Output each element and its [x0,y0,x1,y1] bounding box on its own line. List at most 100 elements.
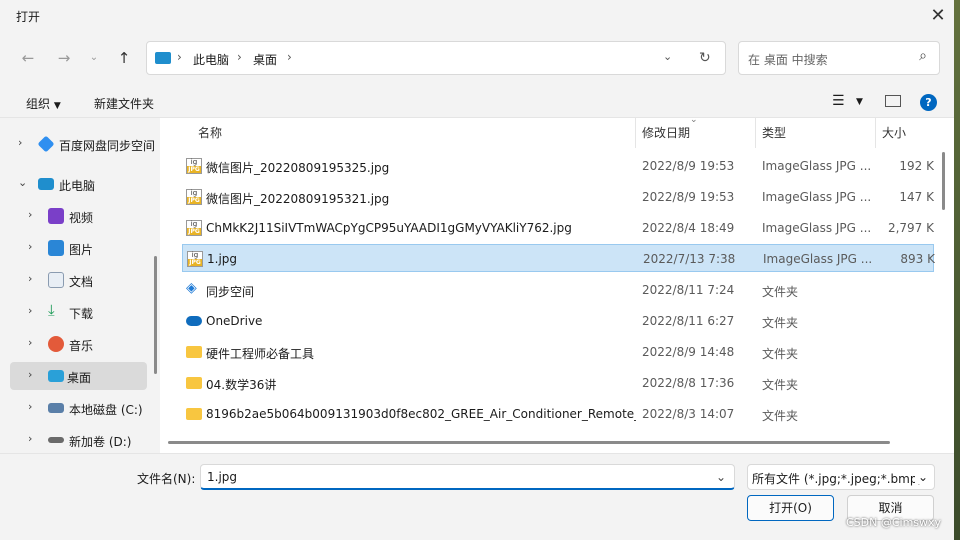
file-type: ImageGlass JPG ... [762,221,872,235]
column-divider[interactable] [635,118,636,148]
sidebar-item-documents[interactable]: › 文档 [20,266,157,294]
preview-pane-icon[interactable] [885,95,901,107]
column-divider[interactable] [875,118,876,148]
chevron-down-icon[interactable]: ⌄ [18,176,27,189]
folder-row[interactable]: 8196b2ae5b064b009131903d0f8ec802_GREE_Ai… [182,400,934,428]
new-folder-button[interactable]: 新建文件夹 [94,95,154,112]
sidebar-item-label: 此电脑 [59,179,96,193]
forward-arrow-icon[interactable]: → [52,46,76,70]
jpg-icon: ig JPG [186,189,202,205]
column-header-type[interactable]: 类型 [762,124,786,141]
chevron-right-icon[interactable]: › [28,432,32,445]
file-type-select[interactable]: 所有文件 (*.jpg;*.jpeg;*.bmp;* ⌄ [747,464,935,490]
filename-dropdown-icon[interactable]: ⌄ [716,470,726,484]
folder-row[interactable]: 硬件工程师必备工具 2022/8/9 14:48 文件夹 [182,338,934,366]
column-header-name[interactable]: 名称 [198,124,222,141]
sidebar-item-music[interactable]: › 音乐 [20,330,157,358]
sidebar-item-videos[interactable]: › 视频 [20,202,157,230]
filename-value: 1.jpg [207,470,238,484]
sidebar-item-pictures[interactable]: › 图片 [20,234,157,262]
breadcrumb-this-pc[interactable]: 此电脑 [193,51,229,68]
chevron-right-icon[interactable]: › [28,368,32,381]
file-row-selected[interactable]: ig JPG 1.jpg 2022/7/13 7:38 ImageGlass JP… [182,244,935,272]
folder-row[interactable]: 04.数学36讲 2022/8/8 17:36 文件夹 [182,369,934,397]
sidebar-item-desktop[interactable]: › 桌面 [10,362,147,390]
file-name: 04.数学36讲 [206,378,277,392]
close-icon[interactable]: ✕ [926,4,950,28]
file-name: ChMkK2J11SiIVTmWACpYgCP95uYAADI1gGMyVYAK… [206,221,572,235]
file-date: 2022/8/11 6:27 [642,314,735,328]
sidebar-item-downloads[interactable]: › ⤓ 下载 [20,298,157,326]
sidebar-item-label: 下载 [69,307,94,321]
refresh-icon[interactable]: ↻ [699,50,711,66]
column-divider[interactable] [755,118,756,148]
sidebar-item-drive-d[interactable]: › 新加卷 (D:) [20,426,157,454]
search-icon[interactable]: ⌕ [919,48,927,64]
file-size: 192 K [899,159,934,173]
file-name: 微信图片_20220809195325.jpg [206,161,390,175]
column-header-date[interactable]: 修改日期 [642,124,690,141]
file-type: 文件夹 [762,316,799,330]
chevron-right-icon[interactable]: › [28,240,32,253]
sidebar-item-baidu-sync[interactable]: › 百度网盘同步空间 [10,130,155,158]
breadcrumb-separator-icon[interactable]: › [287,50,292,64]
filename-label: 文件名(N): [137,472,196,486]
baidu-sync-icon [37,135,55,153]
jpg-icon: ig JPG [186,158,202,174]
chevron-right-icon[interactable]: › [28,272,32,285]
navigation-scrollbar[interactable] [154,256,157,374]
address-dropdown-chevron-icon[interactable]: ⌄ [663,50,672,63]
file-type: 文件夹 [762,347,799,361]
file-list-vertical-scrollbar[interactable] [942,152,945,210]
sidebar-item-label: 视频 [69,211,94,225]
jpg-icon: ig JPG [186,220,202,236]
file-date: 2022/8/11 7:24 [642,283,735,297]
open-file-dialog: 打开 ✕ ← → ⌄ ↑ › 此电脑 › 桌面 › ⌄ ↻ 在 桌面 中搜索 ⌕… [0,0,954,540]
organize-dropdown-icon: ▼ [53,101,61,111]
up-arrow-icon[interactable]: ↑ [112,46,136,70]
sidebar-item-drive-c[interactable]: › 本地磁盘 (C:) [20,394,157,422]
column-header-size[interactable]: 大小 [882,124,906,141]
back-arrow-icon[interactable]: ← [16,46,40,70]
organize-button[interactable]: 组织 ▼ [26,95,61,112]
computer-icon [38,178,54,190]
file-row[interactable]: ig JPG 微信图片_20220809195321.jpg 2022/8/9 1… [182,183,934,211]
file-date: 2022/8/9 14:48 [642,345,735,359]
file-row[interactable]: ig JPG ChMkK2J11SiIVTmWACpYgCP95uYAADI1gG… [182,214,934,242]
command-bar: 组织 ▼ 新建文件夹 ☰ ▼ ? [0,88,954,118]
sidebar-item-label: 桌面 [67,371,92,385]
filename-input[interactable]: 1.jpg ⌄ [200,464,735,490]
pictures-icon [48,240,64,256]
chevron-right-icon[interactable]: › [28,304,32,317]
sort-indicator-icon: ⌄ [690,115,698,125]
chevron-right-icon[interactable]: › [28,400,32,413]
jpg-icon: ig JPG [187,251,203,267]
recent-locations-chevron-icon[interactable]: ⌄ [82,46,106,70]
breadcrumb-separator-icon[interactable]: › [177,50,182,64]
help-icon[interactable]: ? [920,94,937,111]
chevron-right-icon[interactable]: › [18,136,22,149]
file-row[interactable]: ig JPG 微信图片_20220809195325.jpg 2022/8/9 1… [182,152,934,180]
sidebar-item-this-pc[interactable]: ⌄ 此电脑 [10,170,147,198]
sidebar-item-label: 百度网盘同步空间 [59,139,156,153]
file-list-horizontal-scrollbar[interactable] [168,441,890,444]
sync-space-icon: ◈ [186,280,197,296]
breadcrumb-desktop[interactable]: 桌面 [253,51,277,68]
folder-row[interactable]: OneDrive 2022/8/11 6:27 文件夹 [182,307,934,335]
onedrive-icon [186,316,202,326]
sidebar-item-label: 音乐 [69,339,94,353]
watermark-text: CSDN @Cimswxy [846,516,942,529]
open-button[interactable]: 打开(O) [747,495,834,521]
file-type: ImageGlass JPG ... [762,190,872,204]
file-type-dropdown-icon[interactable]: ⌄ [914,470,928,484]
view-dropdown-icon[interactable]: ▼ [856,97,863,107]
address-bar[interactable]: › 此电脑 › 桌面 › ⌄ ↻ [146,41,726,75]
chevron-right-icon[interactable]: › [28,336,32,349]
file-type: ImageGlass JPG ... [762,159,872,173]
chevron-right-icon[interactable]: › [28,208,32,221]
breadcrumb-separator-icon[interactable]: › [237,50,242,64]
search-box[interactable]: 在 桌面 中搜索 ⌕ [738,41,940,75]
folder-row[interactable]: ◈ 同步空间 2022/8/11 7:24 文件夹 [182,276,934,304]
file-date: 2022/8/3 14:07 [642,407,735,421]
view-options-icon[interactable]: ☰ [832,93,845,109]
